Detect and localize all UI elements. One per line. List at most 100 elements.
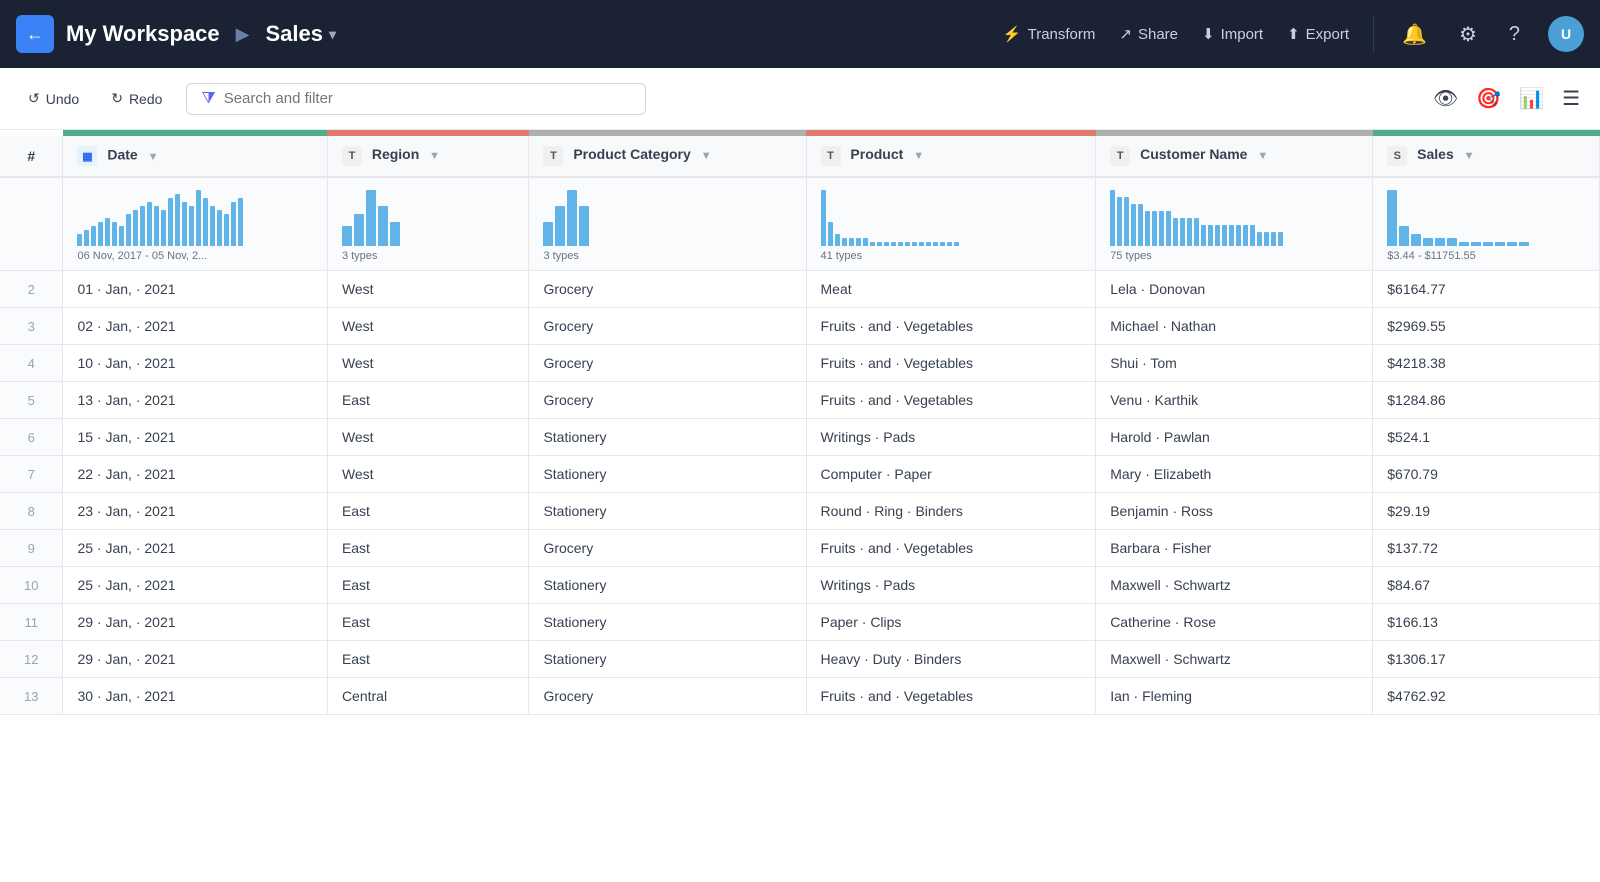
cell-sales: $4218.38 <box>1373 345 1600 382</box>
help-button[interactable]: ? <box>1505 19 1524 50</box>
cell-region: East <box>327 382 529 419</box>
col-header-date[interactable]: ▦ Date ▼ <box>63 136 327 177</box>
share-icon: ↗ <box>1119 25 1132 43</box>
import-button[interactable]: ⬇ Import <box>1202 25 1263 43</box>
data-table: # ▦ Date ▼ T Region ▼ T Product Category… <box>0 130 1600 715</box>
export-button[interactable]: ⬆ Export <box>1287 25 1349 43</box>
table-row[interactable]: 925 · Jan, · 2021EastGroceryFruits · and… <box>0 530 1600 567</box>
cell-rownum: 7 <box>0 456 63 493</box>
cell-prodcat: Grocery <box>529 308 806 345</box>
cell-prodcat: Stationery <box>529 456 806 493</box>
user-avatar[interactable]: U <box>1548 16 1584 52</box>
cell-rownum: 4 <box>0 345 63 382</box>
table-row[interactable]: 1330 · Jan, · 2021CentralGroceryFruits ·… <box>0 678 1600 715</box>
cell-region: East <box>327 641 529 678</box>
cell-rownum: 12 <box>0 641 63 678</box>
table-row[interactable]: 1129 · Jan, · 2021EastStationeryPaper · … <box>0 604 1600 641</box>
cell-sales: $1284.86 <box>1373 382 1600 419</box>
cell-sales: $84.67 <box>1373 567 1600 604</box>
col-prodcat-sort-icon[interactable]: ▼ <box>701 150 712 162</box>
export-icon: ⬆ <box>1287 25 1300 43</box>
cell-date: 25 · Jan, · 2021 <box>63 567 327 604</box>
cell-rownum: 6 <box>0 419 63 456</box>
col-product-sort-icon[interactable]: ▼ <box>913 150 924 162</box>
notifications-button[interactable]: 🔔 <box>1398 18 1431 51</box>
col-sales-sort-icon[interactable]: ▼ <box>1464 150 1475 162</box>
target-button[interactable]: 🎯 <box>1476 86 1501 111</box>
cell-prodcat: Grocery <box>529 271 806 308</box>
cell-rownum: 3 <box>0 308 63 345</box>
cell-custname: Michael · Nathan <box>1096 308 1373 345</box>
col-header-productcategory[interactable]: T Product Category ▼ <box>529 136 806 177</box>
cell-product: Meat <box>806 271 1096 308</box>
cell-region: East <box>327 604 529 641</box>
search-input[interactable] <box>224 90 632 107</box>
cell-date: 15 · Jan, · 2021 <box>63 419 327 456</box>
stats-row: 06 Nov, 2017 - 05 Nov, 2... 3 types 3 ty… <box>0 177 1600 271</box>
back-button[interactable]: ← <box>16 15 54 53</box>
table-row[interactable]: 722 · Jan, · 2021WestStationeryComputer … <box>0 456 1600 493</box>
table-row[interactable]: 1229 · Jan, · 2021EastStationeryHeavy · … <box>0 641 1600 678</box>
cell-rownum: 5 <box>0 382 63 419</box>
cell-region: West <box>327 271 529 308</box>
table-row[interactable]: 410 · Jan, · 2021WestGroceryFruits · and… <box>0 345 1600 382</box>
cell-prodcat: Grocery <box>529 345 806 382</box>
col-custname-sort-icon[interactable]: ▼ <box>1257 150 1268 162</box>
cell-date: 29 · Jan, · 2021 <box>63 641 327 678</box>
col-header-customername[interactable]: T Customer Name ▼ <box>1096 136 1373 177</box>
cell-prodcat: Grocery <box>529 678 806 715</box>
cell-custname: Venu · Karthik <box>1096 382 1373 419</box>
cell-prodcat: Stationery <box>529 604 806 641</box>
cell-date: 23 · Jan, · 2021 <box>63 493 327 530</box>
col-header-region[interactable]: T Region ▼ <box>327 136 529 177</box>
cell-date: 10 · Jan, · 2021 <box>63 345 327 382</box>
cell-rownum: 9 <box>0 530 63 567</box>
cell-date: 22 · Jan, · 2021 <box>63 456 327 493</box>
col-header-sales[interactable]: S Sales ▼ <box>1373 136 1600 177</box>
settings-button[interactable]: ⚙ <box>1455 18 1481 51</box>
filter-panel-button[interactable]: ☰ <box>1562 86 1580 111</box>
cell-custname: Mary · Elizabeth <box>1096 456 1373 493</box>
cell-sales: $4762.92 <box>1373 678 1600 715</box>
cell-sales: $524.1 <box>1373 419 1600 456</box>
view-toggle-button[interactable]: 👁 <box>1433 86 1458 111</box>
table-wrapper[interactable]: # ▦ Date ▼ T Region ▼ T Product Category… <box>0 130 1600 882</box>
cell-product: Writings · Pads <box>806 419 1096 456</box>
cell-date: 13 · Jan, · 2021 <box>63 382 327 419</box>
transform-button[interactable]: ⚡ Transform <box>1003 25 1095 43</box>
cell-region: West <box>327 419 529 456</box>
table-row[interactable]: 823 · Jan, · 2021EastStationeryRound · R… <box>0 493 1600 530</box>
cell-date: 02 · Jan, · 2021 <box>63 308 327 345</box>
undo-button[interactable]: ↺ Undo <box>20 84 87 113</box>
table-row[interactable]: 302 · Jan, · 2021WestGroceryFruits · and… <box>0 308 1600 345</box>
col-date-sort-icon[interactable]: ▼ <box>148 151 159 163</box>
cell-product: Fruits · and · Vegetables <box>806 678 1096 715</box>
workspace-label: My Workspace <box>66 21 220 47</box>
table-row[interactable]: 201 · Jan, · 2021WestGroceryMeatLela · D… <box>0 271 1600 308</box>
cell-region: Central <box>327 678 529 715</box>
cell-region: West <box>327 456 529 493</box>
cell-region: East <box>327 530 529 567</box>
redo-icon: ↻ <box>111 90 123 107</box>
cell-product: Computer · Paper <box>806 456 1096 493</box>
cell-sales: $2969.55 <box>1373 308 1600 345</box>
cell-custname: Lela · Donovan <box>1096 271 1373 308</box>
cell-custname: Maxwell · Schwartz <box>1096 641 1373 678</box>
stats-region: 3 types <box>327 177 529 271</box>
table-row[interactable]: 513 · Jan, · 2021EastGroceryFruits · and… <box>0 382 1600 419</box>
redo-button[interactable]: ↻ Redo <box>103 84 170 113</box>
cell-product: Round · Ring · Binders <box>806 493 1096 530</box>
cell-sales: $670.79 <box>1373 456 1600 493</box>
undo-icon: ↺ <box>28 90 40 107</box>
col-header-product[interactable]: T Product ▼ <box>806 136 1096 177</box>
cell-prodcat: Stationery <box>529 567 806 604</box>
col-region-sort-icon[interactable]: ▼ <box>429 150 440 162</box>
share-button[interactable]: ↗ Share <box>1119 25 1178 43</box>
stats-prodcat: 3 types <box>529 177 806 271</box>
chart-button[interactable]: 📊 <box>1519 86 1544 111</box>
nav-title-chevron-icon[interactable]: ▾ <box>329 26 336 43</box>
table-row[interactable]: 1025 · Jan, · 2021EastStationeryWritings… <box>0 567 1600 604</box>
cell-product: Fruits · and · Vegetables <box>806 345 1096 382</box>
table-row[interactable]: 615 · Jan, · 2021WestStationeryWritings … <box>0 419 1600 456</box>
col-date-icon: ▦ <box>77 146 97 166</box>
